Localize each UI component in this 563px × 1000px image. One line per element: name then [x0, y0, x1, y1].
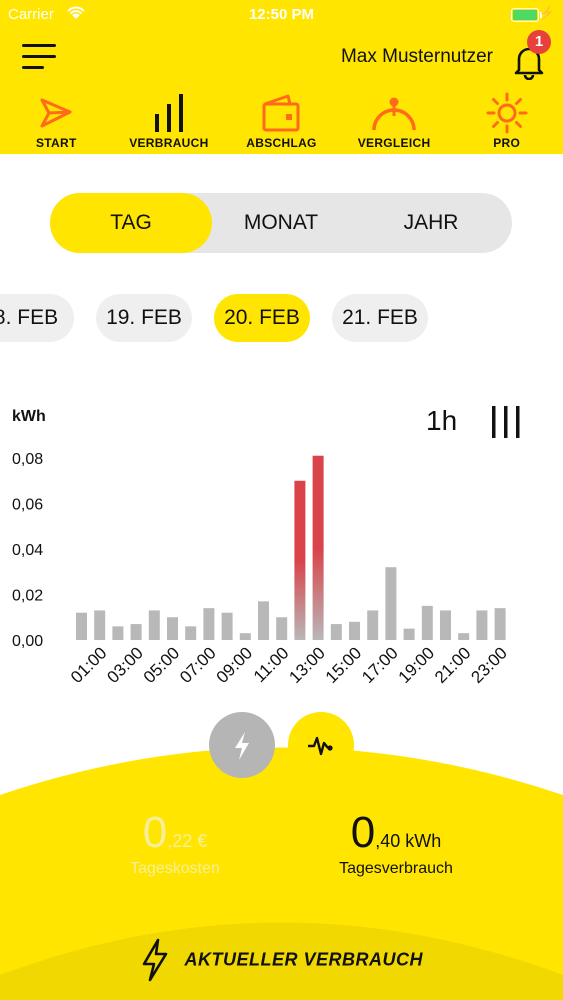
- period-segmented-control: TAG MONAT JAHR: [50, 193, 512, 253]
- tab-day[interactable]: TAG: [50, 193, 212, 253]
- x-tick-label: 19:00: [395, 643, 439, 687]
- x-tick-label: 15:00: [322, 643, 366, 687]
- nav-label-start: START: [35, 136, 77, 150]
- x-tick-label: 11:00: [250, 643, 293, 686]
- chart-bar-0300[interactable]: [130, 624, 142, 640]
- current-usage-label: AKTUELLER VERBRAUCH: [184, 949, 423, 970]
- chart-bar-1000[interactable]: [258, 601, 269, 640]
- chart-bar-0700[interactable]: [203, 608, 215, 640]
- x-tick-label: 23:00: [467, 643, 511, 687]
- x-tick-label: 01:00: [67, 643, 111, 687]
- chart-bar-1100[interactable]: [276, 617, 288, 640]
- lightning-icon: [235, 732, 249, 760]
- x-tick-label: 07:00: [176, 643, 220, 687]
- chart-bar-1300[interactable]: [312, 455, 324, 640]
- chart-bar-0800[interactable]: [221, 612, 233, 640]
- date-chip-prev[interactable]: 19. FEB: [96, 294, 192, 342]
- status-bar: Carrier 12:50 PM ⚡: [0, 0, 563, 30]
- chart-bar-0400[interactable]: [148, 610, 160, 640]
- battery-icon: [511, 8, 542, 22]
- pulse-toggle-button[interactable]: [288, 712, 354, 778]
- y-tick-label: 0,04: [12, 542, 43, 559]
- daily-usage-small: ,40 kWh: [375, 831, 442, 851]
- chart-bar-2200[interactable]: [476, 610, 488, 640]
- date-chip-next[interactable]: 21. FEB: [332, 294, 428, 342]
- chart-bar-1700[interactable]: [385, 567, 397, 640]
- nav-item-pro[interactable]: PRO: [452, 92, 562, 154]
- x-tick-label: 05:00: [140, 643, 184, 687]
- chart-bar-2300[interactable]: [494, 608, 506, 640]
- y-tick-label: 0,02: [12, 588, 43, 605]
- daily-cost-stat: 0,22 € Tageskosten: [100, 808, 250, 878]
- main-nav: START VERBRAUCH ABSCHLAG VERGLEICH PRO: [0, 92, 563, 154]
- pulse-icon: [308, 736, 333, 756]
- current-usage-button[interactable]: AKTUELLER VERBRAUCH: [0, 938, 563, 982]
- daily-cost-small: ,22 €: [167, 831, 208, 851]
- date-chip-selected[interactable]: 20. FEB: [214, 294, 310, 342]
- nav-item-vergleich[interactable]: VERGLEICH: [339, 92, 449, 154]
- wallet-icon: [262, 94, 300, 132]
- status-time: 12:50 PM: [248, 6, 315, 23]
- y-tick-label: 0,06: [12, 497, 43, 514]
- nav-item-start[interactable]: START: [1, 92, 111, 154]
- daily-usage-big: 0: [350, 808, 376, 857]
- chart-type-bars-icon[interactable]: [488, 404, 524, 440]
- chart-bar-0100[interactable]: [94, 610, 106, 640]
- y-tick-label: 0,00: [12, 633, 43, 650]
- chart-bar-0600[interactable]: [185, 626, 197, 640]
- chart-bar-1500[interactable]: [349, 621, 360, 640]
- interval-selector[interactable]: 1h: [426, 405, 457, 437]
- nav-item-verbrauch[interactable]: VERBRAUCH: [114, 92, 224, 154]
- nav-label-verbrauch: VERBRAUCH: [129, 136, 209, 150]
- x-tick-label: 03:00: [103, 643, 147, 687]
- y-tick-label: 0,08: [12, 451, 43, 468]
- chart-bar-2100[interactable]: [458, 633, 470, 640]
- chart-bar-0000[interactable]: [76, 612, 87, 640]
- daily-usage-stat: 0,40 kWh Tagesverbrauch: [316, 808, 476, 878]
- tab-month[interactable]: MONAT: [212, 193, 350, 253]
- gauge-icon: [372, 97, 416, 131]
- notification-badge: 1: [527, 30, 551, 54]
- x-tick-label: 21:00: [431, 643, 475, 687]
- date-chip-prev2[interactable]: 8. FEB: [0, 294, 74, 342]
- chart-bar-1200[interactable]: [294, 480, 306, 640]
- bars-icon: [154, 94, 183, 132]
- nav-label-vergleich: VERGLEICH: [357, 136, 431, 150]
- daily-cost-big: 0: [142, 808, 168, 857]
- username: Max Musternutzer: [340, 46, 493, 67]
- sun-icon: [486, 92, 528, 134]
- x-tick-label: 13:00: [285, 643, 329, 687]
- chart-bar-0200[interactable]: [112, 626, 124, 640]
- nav-label-pro: PRO: [493, 136, 521, 150]
- chart-unit-label: kWh: [12, 408, 46, 425]
- chart-bar-1800[interactable]: [403, 628, 415, 640]
- tab-year[interactable]: JAHR: [350, 193, 512, 253]
- start-icon: [40, 98, 72, 128]
- chart-bar-0500[interactable]: [167, 617, 178, 640]
- daily-usage-label: Tagesverbrauch: [339, 860, 453, 877]
- app-header: Carrier 12:50 PM ⚡ Max Musternutzer 1 ST…: [0, 0, 563, 154]
- menu-icon[interactable]: [22, 44, 56, 70]
- x-tick-label: 17:00: [358, 643, 402, 687]
- charging-icon: ⚡: [538, 5, 555, 20]
- power-toggle-button[interactable]: [209, 712, 275, 778]
- chart-bar-1600[interactable]: [367, 610, 379, 640]
- lightning-icon: [142, 938, 168, 982]
- consumption-chart: 0,00 0,02 0,04 0,06 0,08 01:0003:0005:0007:0…: [12, 451, 511, 687]
- chart-bar-1900[interactable]: [421, 605, 433, 640]
- nav-label-abschlag: ABSCHLAG: [246, 136, 317, 150]
- nav-item-abschlag[interactable]: ABSCHLAG: [226, 92, 336, 154]
- chart-bar-2000[interactable]: [440, 610, 451, 640]
- chart-bar-1400[interactable]: [330, 624, 342, 640]
- daily-cost-label: Tageskosten: [130, 860, 220, 877]
- x-tick-label: 09:00: [213, 643, 257, 687]
- chart-bar-0900[interactable]: [239, 633, 251, 640]
